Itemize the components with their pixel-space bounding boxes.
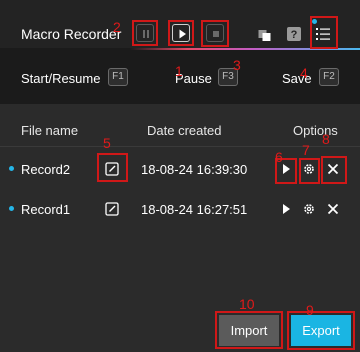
annotation-box-4 bbox=[310, 16, 338, 49]
record-date: 18-08-24 16:27:51 bbox=[141, 202, 248, 217]
help-icon[interactable]: ? bbox=[286, 26, 302, 42]
hotkey-label-start-resume: Start/Resume bbox=[21, 71, 101, 86]
record-status-dot bbox=[9, 206, 14, 211]
annotation-box-9 bbox=[287, 311, 355, 350]
annotation-box-10 bbox=[215, 311, 283, 349]
record-status-dot bbox=[9, 166, 14, 171]
annotation-number-7: 7 bbox=[302, 142, 310, 158]
annotation-number-2: 2 bbox=[113, 19, 121, 35]
column-header-file-name: File name bbox=[21, 123, 79, 138]
annotation-number-8: 8 bbox=[322, 131, 330, 147]
annotation-box-1 bbox=[168, 20, 194, 46]
annotation-number-5: 5 bbox=[103, 135, 111, 151]
hotkey-key-f2: F2 bbox=[319, 68, 339, 86]
edit-icon[interactable] bbox=[105, 202, 119, 216]
annotation-box-2 bbox=[132, 20, 158, 46]
annotation-box-8 bbox=[321, 156, 347, 184]
annotation-box-7 bbox=[299, 158, 320, 184]
annotation-number-3: 3 bbox=[233, 57, 241, 73]
column-header-date-created: Date created bbox=[147, 123, 222, 138]
svg-text:?: ? bbox=[291, 29, 298, 41]
annotation-number-10: 10 bbox=[239, 296, 255, 312]
annotation-number-1: 1 bbox=[175, 63, 183, 79]
record-date: 18-08-24 16:39:30 bbox=[141, 162, 248, 177]
app-title: Macro Recorder bbox=[21, 26, 122, 42]
record-name: Record2 bbox=[21, 162, 71, 177]
annotation-number-6: 6 bbox=[275, 149, 283, 165]
play-record-icon[interactable] bbox=[279, 202, 293, 216]
column-header-options: Options bbox=[293, 123, 338, 138]
annotation-number-9: 9 bbox=[306, 302, 314, 318]
title-gradient-line bbox=[0, 48, 360, 50]
annotation-box-3 bbox=[201, 20, 229, 47]
record-name: Record1 bbox=[21, 202, 71, 217]
settings-icon[interactable] bbox=[302, 202, 316, 216]
annotation-number-4: 4 bbox=[300, 65, 308, 81]
annotation-box-5 bbox=[97, 153, 128, 182]
hotkey-key-f1: F1 bbox=[108, 68, 128, 86]
delete-icon[interactable] bbox=[326, 202, 340, 216]
copy-icon[interactable] bbox=[257, 26, 273, 42]
